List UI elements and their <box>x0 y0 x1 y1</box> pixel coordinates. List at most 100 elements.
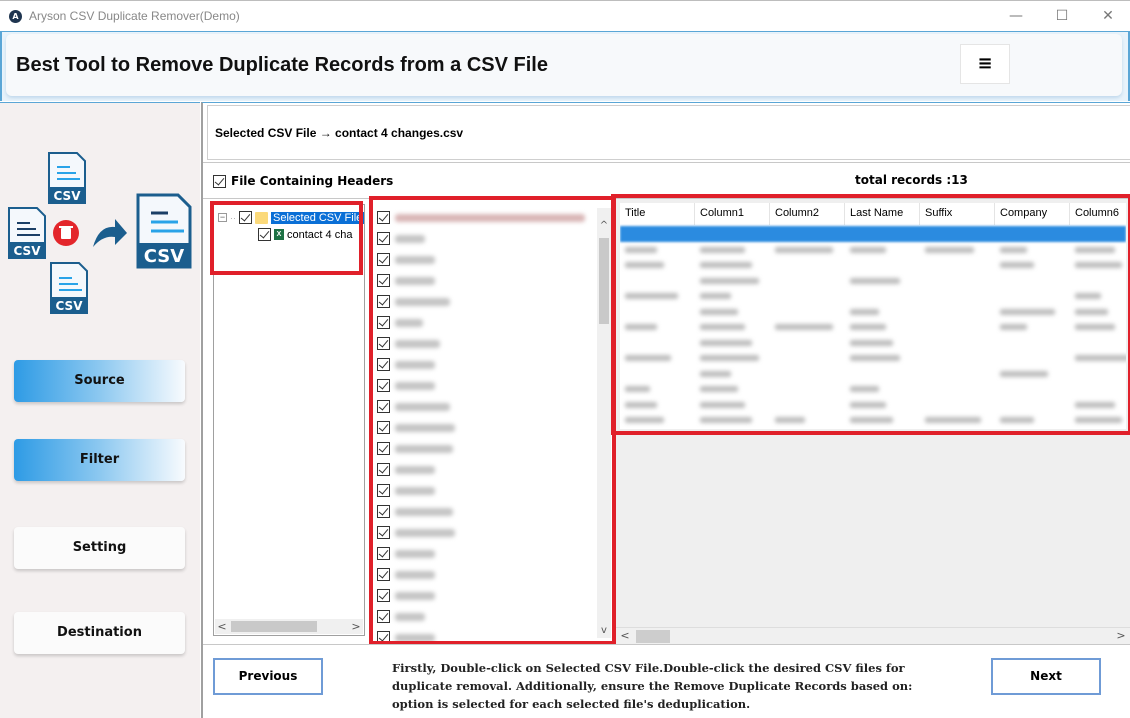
column-checkbox[interactable] <box>377 484 390 497</box>
table-cell-blurred <box>850 277 900 284</box>
grid-column-header[interactable]: Column6 <box>1070 203 1126 225</box>
columns-vertical-scrollbar[interactable]: ^ v <box>597 208 611 638</box>
column-checklist-item[interactable] <box>377 501 453 522</box>
grid-column-header[interactable]: Column2 <box>770 203 845 225</box>
grid-column-header[interactable]: Suffix <box>920 203 995 225</box>
grid-column-header[interactable]: Company <box>995 203 1070 225</box>
column-checklist-item[interactable] <box>377 312 423 333</box>
scroll-right-icon[interactable]: > <box>1114 628 1128 644</box>
tree-root-item[interactable]: − ·· Selected CSV File <box>218 211 365 224</box>
table-cell-blurred <box>1075 324 1115 330</box>
column-checkbox[interactable] <box>377 358 390 371</box>
table-row[interactable] <box>620 257 1126 273</box>
table-row[interactable] <box>620 397 1126 413</box>
tree-child-label[interactable]: contact 4 cha <box>287 229 352 241</box>
column-name-blurred <box>395 402 450 411</box>
tree-horizontal-scrollbar[interactable]: < > <box>215 619 363 634</box>
table-row[interactable] <box>620 319 1126 335</box>
column-checklist-item[interactable] <box>377 522 455 543</box>
column-checklist-item[interactable] <box>377 564 435 585</box>
column-checklist-item[interactable] <box>377 396 450 417</box>
column-checkbox[interactable] <box>377 421 390 434</box>
column-checkbox[interactable] <box>377 526 390 539</box>
column-checkbox[interactable] <box>377 610 390 623</box>
column-checkbox[interactable] <box>377 400 390 413</box>
scroll-right-icon[interactable]: > <box>349 619 363 634</box>
scroll-down-icon[interactable]: v <box>597 625 611 636</box>
collapse-icon[interactable]: − <box>218 213 227 222</box>
column-checklist-item[interactable] <box>377 354 435 375</box>
table-cell-blurred <box>1075 417 1122 423</box>
column-checklist-item[interactable] <box>377 480 435 501</box>
scrollbar-thumb[interactable] <box>599 238 609 324</box>
column-checkbox[interactable] <box>377 547 390 560</box>
tree-child-checkbox[interactable] <box>258 228 271 241</box>
column-checklist-item[interactable] <box>377 207 585 228</box>
column-checkbox[interactable] <box>377 337 390 350</box>
column-checklist-item[interactable] <box>377 249 435 270</box>
arrow-icon <box>93 219 127 247</box>
close-button[interactable]: ✕ <box>1085 1 1130 32</box>
hamburger-menu-button[interactable]: ≡ <box>960 44 1010 84</box>
table-row[interactable] <box>620 366 1126 382</box>
scrollbar-thumb[interactable] <box>636 630 670 643</box>
table-row[interactable] <box>620 335 1126 351</box>
column-checkbox[interactable] <box>377 463 390 476</box>
column-checkbox[interactable] <box>377 211 390 224</box>
column-checkbox[interactable] <box>377 568 390 581</box>
column-checklist-item[interactable] <box>377 438 453 459</box>
column-checklist-item[interactable] <box>377 627 435 642</box>
table-row[interactable] <box>620 288 1126 304</box>
scroll-left-icon[interactable]: < <box>618 628 632 644</box>
table-row[interactable] <box>620 242 1126 258</box>
column-checkbox[interactable] <box>377 274 390 287</box>
table-cell-blurred <box>700 293 731 299</box>
column-checkbox[interactable] <box>377 631 390 642</box>
nav-destination-button[interactable]: Destination <box>14 612 185 654</box>
column-checklist-item[interactable] <box>377 291 450 312</box>
column-checklist-item[interactable] <box>377 228 425 249</box>
column-checkbox[interactable] <box>377 379 390 392</box>
column-checkbox[interactable] <box>377 253 390 266</box>
column-checkbox[interactable] <box>377 232 390 245</box>
table-row[interactable] <box>620 304 1126 320</box>
headers-checkbox-row[interactable]: File Containing Headers <box>213 174 393 188</box>
tree-root-label[interactable]: Selected CSV File <box>271 211 365 224</box>
column-checkbox[interactable] <box>377 442 390 455</box>
tree-child-item[interactable]: X contact 4 cha <box>258 228 352 241</box>
nav-filter-button[interactable]: Filter <box>14 439 185 481</box>
grid-horizontal-scrollbar[interactable]: < > <box>616 627 1130 644</box>
table-row[interactable] <box>620 381 1126 397</box>
table-row[interactable] <box>620 273 1126 289</box>
scroll-up-icon[interactable]: ^ <box>597 220 611 231</box>
nav-setting-button[interactable]: Setting <box>14 527 185 569</box>
table-cell-blurred <box>700 339 752 346</box>
tree-root-checkbox[interactable] <box>239 211 252 224</box>
column-checklist-item[interactable] <box>377 543 435 564</box>
grid-column-header[interactable]: Column1 <box>695 203 770 225</box>
previous-button[interactable]: Previous <box>213 658 323 695</box>
table-row[interactable] <box>620 350 1126 366</box>
column-checkbox[interactable] <box>377 295 390 308</box>
column-checklist-item[interactable] <box>377 417 455 438</box>
column-checkbox[interactable] <box>377 316 390 329</box>
grid-column-header[interactable]: Last Name <box>845 203 920 225</box>
scroll-left-icon[interactable]: < <box>215 619 229 634</box>
column-checklist-item[interactable] <box>377 375 435 396</box>
column-checklist-item[interactable] <box>377 270 435 291</box>
headers-checkbox[interactable] <box>213 174 226 188</box>
next-button[interactable]: Next <box>991 658 1101 695</box>
maximize-button[interactable]: ☐ <box>1039 1 1085 32</box>
column-checkbox[interactable] <box>377 505 390 518</box>
nav-source-button[interactable]: Source <box>14 360 185 402</box>
minimize-button[interactable]: — <box>993 1 1039 32</box>
column-checklist-item[interactable] <box>377 459 435 480</box>
scrollbar-thumb[interactable] <box>231 621 317 632</box>
table-row[interactable] <box>620 412 1126 428</box>
table-row[interactable] <box>620 226 1126 242</box>
column-checklist-item[interactable] <box>377 333 440 354</box>
grid-column-header[interactable]: Title <box>620 203 695 225</box>
column-checklist-item[interactable] <box>377 585 435 606</box>
column-checklist-item[interactable] <box>377 606 425 627</box>
column-checkbox[interactable] <box>377 589 390 602</box>
